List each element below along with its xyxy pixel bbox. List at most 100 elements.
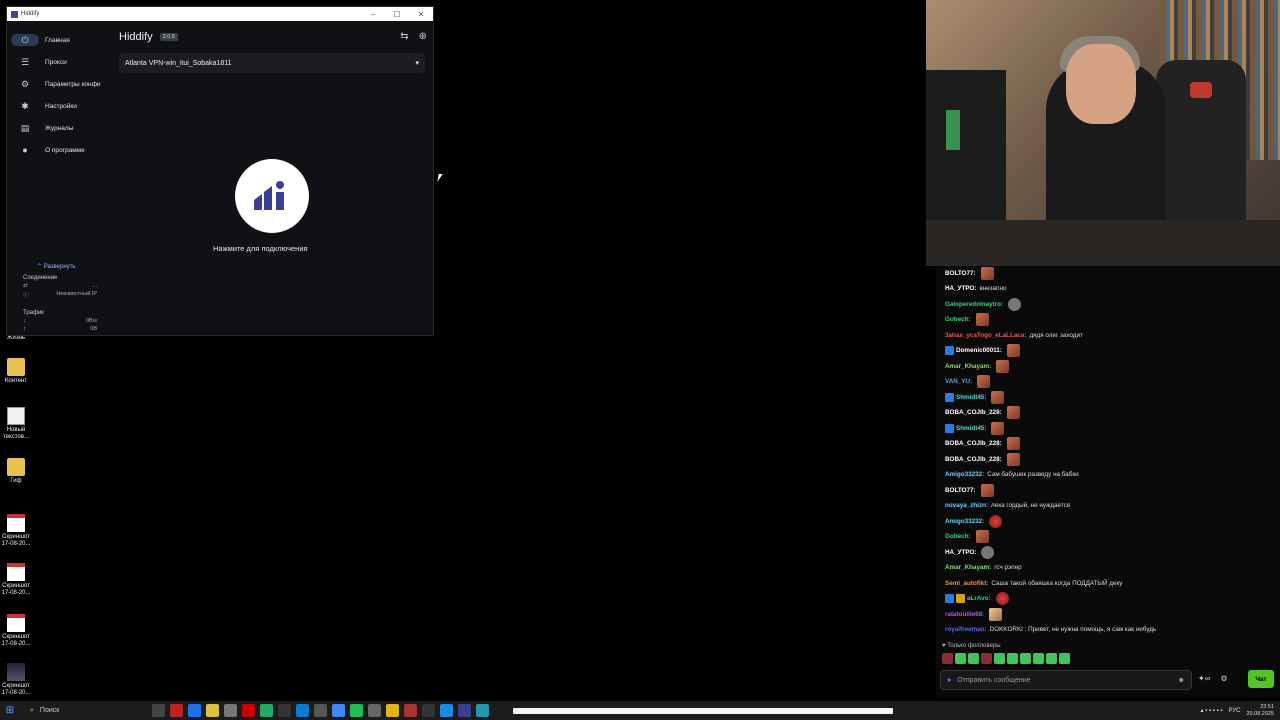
subscriber-badge-icon[interactable]	[945, 392, 954, 402]
app-icon-9[interactable]	[368, 704, 381, 717]
desktop-icon-label: Скриншот 17-08-20...	[1, 583, 31, 596]
chat-username[interactable]: BOBA_COJIb_228:	[945, 409, 1002, 416]
minimize-button[interactable]: –	[361, 10, 385, 19]
settings-gear-icon[interactable]: ⚙	[1220, 674, 1227, 683]
app-icon-7[interactable]	[314, 704, 327, 717]
desktop-icon-content[interactable]: Контент	[0, 358, 32, 385]
app-icon-12[interactable]	[422, 704, 435, 717]
emote-shortcut-icon[interactable]	[994, 653, 1005, 664]
sidebar-item-logs[interactable]: ▤ Журналы	[7, 117, 113, 139]
desktop-icon-screenshot-1[interactable]: Скриншот 17-08-20...	[0, 514, 32, 548]
app-icon-3[interactable]	[224, 704, 237, 717]
app-title-text: Hiddify	[119, 31, 153, 43]
desktop-icon-life[interactable]: Жизнь	[0, 335, 32, 342]
app-icon-5[interactable]	[260, 704, 273, 717]
channel-points-icon[interactable]: ✦∞	[1198, 674, 1210, 683]
subscriber-badge-icon[interactable]	[945, 423, 954, 433]
page-title: Hiddify 2.0.5	[119, 31, 178, 43]
tray-icons[interactable]: ▴ ▪ ▪ ▪ ▪ ▪	[1200, 707, 1222, 714]
emote-shortcut-icon[interactable]	[942, 653, 953, 664]
emote-shortcut-icon[interactable]	[1059, 653, 1070, 664]
windows-start-icon[interactable]: ⊞	[2, 703, 18, 719]
app-icon-10[interactable]	[386, 704, 399, 717]
connect-button[interactable]	[235, 159, 309, 233]
chat-username[interactable]: Gobech:	[945, 316, 971, 323]
desktop-icon-screenshot-3[interactable]: Скриншот 17-08-20...	[0, 614, 32, 648]
main-panel: Hiddify 2.0.5 ⇆ ⊕ Atlanta VPN-win_itui_S…	[113, 21, 433, 335]
chat-username[interactable]: ratatouille68:	[945, 611, 984, 618]
chat-username[interactable]: novaya_zhizn:	[945, 502, 988, 509]
app-icon-14[interactable]	[476, 704, 489, 717]
chat-username[interactable]: НА_УТРО:	[945, 549, 976, 556]
chat-message: BOBA_COJIb_228:	[945, 406, 1020, 420]
chat-username[interactable]: Amigo33232:	[945, 518, 984, 525]
taskbar-search[interactable]: ⌕ Поиск	[26, 704, 136, 718]
chat-username[interactable]: BOBA_COJIb_228:	[945, 456, 1002, 463]
mic-icon[interactable]: ●	[947, 677, 951, 684]
chat-username[interactable]: Shmidt45:	[956, 394, 986, 401]
chat-username[interactable]: Galoperedolnaytro:	[945, 301, 1003, 308]
language-indicator[interactable]: РУС	[1228, 708, 1240, 714]
app-icon-11[interactable]	[404, 704, 417, 717]
emote-shortcut-icon[interactable]	[1046, 653, 1057, 664]
expand-button[interactable]: ⌃ Развернуть	[37, 263, 76, 270]
chat-username[interactable]: Semi_autofikt:	[945, 580, 988, 587]
chat-input[interactable]: ● Отправить сообщение ☻	[940, 670, 1192, 690]
app-icon-6[interactable]	[278, 704, 291, 717]
window-titlebar[interactable]: Hiddify – ☐ ✕	[7, 7, 433, 21]
chat-username[interactable]: Shmidt45:	[956, 425, 986, 432]
chat-username[interactable]: 3ahax_ycaTogo_eLaLLaca:	[945, 332, 1026, 339]
emote-shortcut-icon[interactable]	[1033, 653, 1044, 664]
desktop-icon-gif[interactable]: Гиф	[0, 458, 32, 485]
chrome-icon[interactable]	[332, 704, 345, 717]
sidebar-item-about[interactable]: ● О программе	[7, 139, 113, 161]
emoji-icon[interactable]: ☻	[1178, 677, 1185, 684]
chat-username[interactable]: Amar_Khayam:	[945, 363, 991, 370]
chat-username[interactable]: aLrAvo:	[967, 595, 991, 602]
emote-shortcut-icon[interactable]	[981, 653, 992, 664]
file-explorer-icon[interactable]	[206, 704, 219, 717]
edge-icon[interactable]	[296, 704, 309, 717]
close-button[interactable]: ✕	[409, 10, 433, 19]
emote-shortcut-icon[interactable]	[955, 653, 966, 664]
desktop-icon-label: Скриншот 17-08-20...	[1, 534, 31, 547]
sidebar-item-home[interactable]: ⏻ Главная	[7, 29, 113, 51]
chat-username[interactable]: BOBA_COJIb_228:	[945, 440, 1002, 447]
app-icon-4[interactable]	[242, 704, 255, 717]
app-icon-8[interactable]	[350, 704, 363, 717]
maximize-button[interactable]: ☐	[385, 10, 409, 19]
emote-shortcut-icon[interactable]	[1020, 653, 1031, 664]
desktop-icon-screenshot-4[interactable]: Скриншот 17-08-20...	[0, 663, 32, 697]
chat-username[interactable]: Amigo33232:	[945, 471, 984, 478]
app-icon-1[interactable]	[170, 704, 183, 717]
profile-selector[interactable]: Atlanta VPN-win_itui_Sobaka1811 ▾	[119, 53, 425, 73]
subscriber-badge-icon[interactable]	[945, 346, 954, 355]
sidebar-item-config[interactable]: ⚙ Параметры конфи	[7, 73, 113, 95]
sidebar-item-settings[interactable]: ✱ Настройки	[7, 95, 113, 117]
hiddify-taskbar-icon[interactable]	[458, 704, 471, 717]
chat-username[interactable]: BOLTO77:	[945, 487, 976, 494]
desktop-icon-new-text[interactable]: Новый текстов...	[0, 407, 32, 441]
app-icon-13[interactable]	[440, 704, 453, 717]
chat-send-button[interactable]: Чат	[1248, 670, 1274, 688]
add-profile-icon[interactable]: ⊕	[419, 31, 427, 42]
chat-username[interactable]: Amar_Khayam:	[945, 564, 991, 571]
chat-username[interactable]: BOLTO77:	[945, 270, 976, 277]
chat-username[interactable]: Gobech:	[945, 533, 971, 540]
task-view-icon[interactable]	[152, 704, 165, 717]
crown-badge-icon[interactable]	[956, 594, 965, 603]
app-icon-2[interactable]	[188, 704, 201, 717]
sidebar-item-proxies[interactable]: ☰ Прокси	[7, 51, 113, 73]
emote-shortcut-icon[interactable]	[1007, 653, 1018, 664]
chat-message: novaya_zhizn: леха гордый, не нуждается	[945, 499, 1070, 513]
chat-text: Сам бабушек разведу на бабки	[987, 471, 1079, 478]
chat-username[interactable]: royalfreeman:	[945, 626, 987, 633]
chat-username[interactable]: НА_УТРО:	[945, 285, 976, 292]
emote-shortcut-icon[interactable]	[968, 653, 979, 664]
sliders-icon[interactable]: ⇆	[400, 31, 408, 42]
chat-username[interactable]: VAN_YU:	[945, 378, 972, 385]
subscriber-badge-icon[interactable]	[945, 594, 954, 603]
desktop-icon-screenshot-2[interactable]: Скриншот 17-08-20...	[0, 563, 32, 597]
clock[interactable]: 23:51 20.08.2025	[1246, 704, 1274, 718]
chat-username[interactable]: Domenic00011:	[956, 347, 1002, 354]
